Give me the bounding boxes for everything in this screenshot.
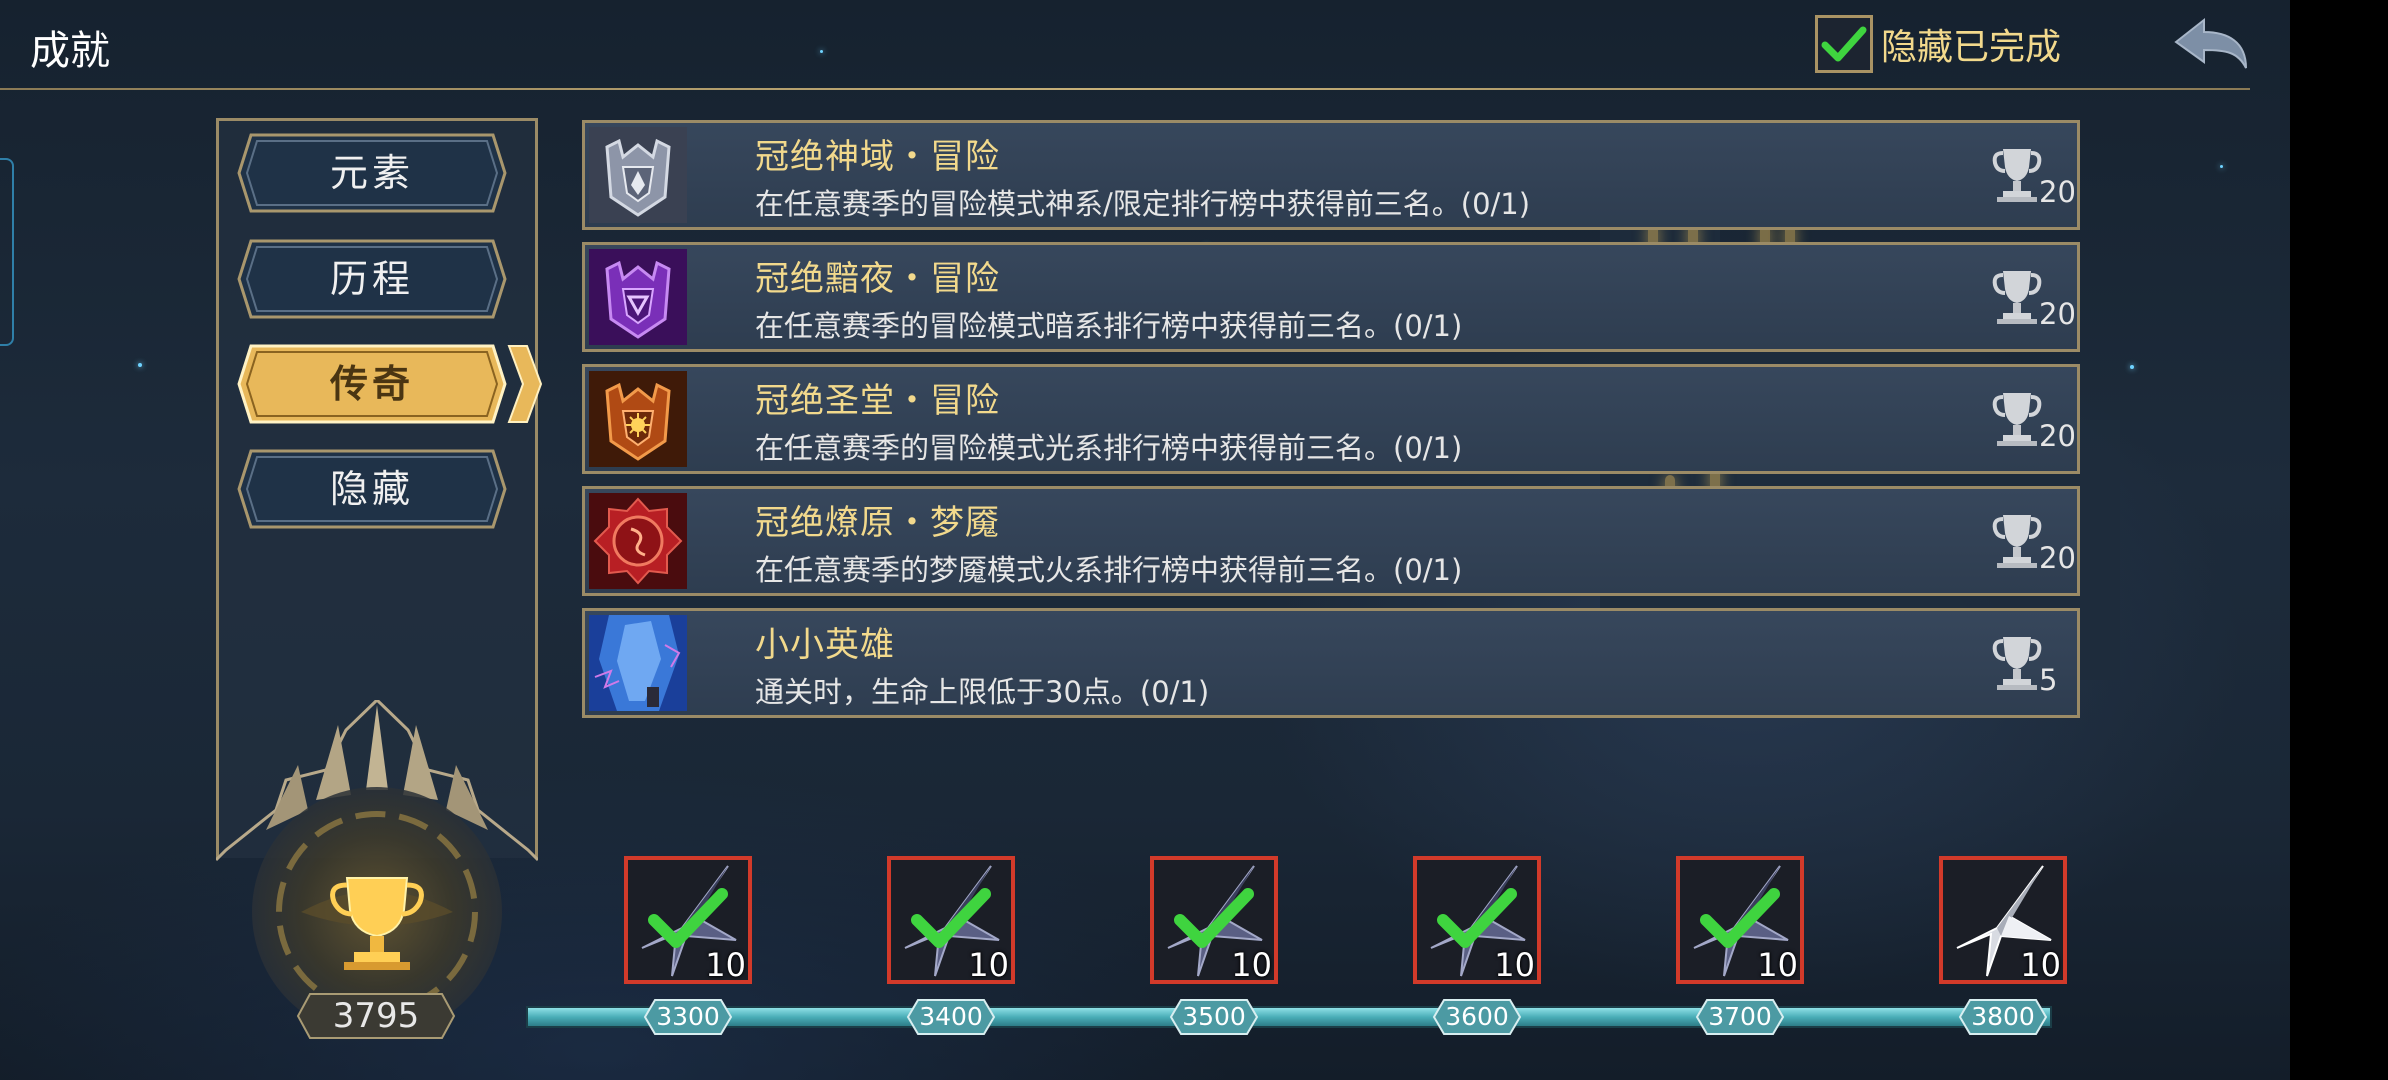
trophy-icon <box>1992 271 2042 324</box>
milestone-value: 3300 <box>656 1002 720 1031</box>
hide-completed-label: 隐藏已完成 <box>1881 27 2062 68</box>
milestone-value: 3700 <box>1708 1002 1772 1031</box>
milestone-marker: 3600 <box>1432 998 1522 1036</box>
total-score-badge: 3795 <box>296 992 456 1040</box>
screen-edge-bar <box>2290 0 2388 1080</box>
background-star <box>2220 165 2223 168</box>
tab-label: 元素 <box>329 151 414 195</box>
header-divider <box>0 88 2250 90</box>
tab-label: 历程 <box>329 257 414 301</box>
achievement-points: 20 <box>2039 419 2076 453</box>
trophy-icon <box>1992 637 2042 690</box>
hide-completed-checkbox[interactable] <box>1815 15 1873 73</box>
achievement-title: 小小英雄 <box>755 625 895 665</box>
top-bar: 成就 隐藏已完成 <box>0 0 2290 90</box>
achievement-row[interactable]: 冠绝圣堂・冒险 在任意赛季的冒险模式光系排行榜中获得前三名。(0/1) 20 <box>582 364 2080 474</box>
reward-quantity: 10 <box>968 946 1009 984</box>
achievement-title: 冠绝神域・冒险 <box>755 137 1000 177</box>
left-edge-panel <box>0 158 14 346</box>
achievement-row[interactable]: 冠绝燎原・梦魇 在任意赛季的梦魇模式火系排行榜中获得前三名。(0/1) 20 <box>582 486 2080 596</box>
achievement-points: 20 <box>2039 175 2076 209</box>
claimed-checkmark-icon <box>911 888 991 948</box>
milestone-reward[interactable]: 10 <box>887 856 1015 984</box>
achievement-points: 20 <box>2039 541 2076 575</box>
milestone-reward[interactable]: 10 <box>1413 856 1541 984</box>
achievement-title: 冠绝圣堂・冒险 <box>755 381 1000 421</box>
reward-quantity: 10 <box>1494 946 1535 984</box>
total-achievement-score: 3795 <box>332 996 420 1036</box>
achievement-points: 5 <box>2039 663 2058 697</box>
achievement-row[interactable]: 小小英雄 通关时，生命上限低于30点。(0/1) 5 <box>582 608 2080 718</box>
claimed-checkmark-icon <box>648 888 728 948</box>
claimed-checkmark-icon <box>1174 888 1254 948</box>
milestone-marker: 3500 <box>1169 998 1259 1036</box>
milestone-marker: 3300 <box>643 998 733 1036</box>
achievement-title: 冠绝黯夜・冒险 <box>755 259 1000 299</box>
achievement-title: 冠绝燎原・梦魇 <box>755 503 1000 543</box>
purple-crest-icon <box>589 249 687 345</box>
achievement-row[interactable]: 冠绝神域・冒险 在任意赛季的冒险模式神系/限定排行榜中获得前三名。(0/1) 2… <box>582 120 2080 230</box>
claimed-checkmark-icon <box>1437 888 1517 948</box>
milestone-marker: 3800 <box>1958 998 2048 1036</box>
tab-legend[interactable]: 传奇 <box>237 344 543 424</box>
blue-crystal-hero-icon <box>589 615 687 711</box>
achievement-description: 在任意赛季的梦魇模式火系排行榜中获得前三名。(0/1) <box>755 553 1463 587</box>
trophy-icon <box>1992 515 2042 568</box>
milestone-value: 3600 <box>1445 1002 1509 1031</box>
milestone-value: 3400 <box>919 1002 983 1031</box>
milestone-reward[interactable]: 10 <box>1939 856 2067 984</box>
orange-crest-icon <box>589 371 687 467</box>
reward-quantity: 10 <box>705 946 746 984</box>
achievement-description: 在任意赛季的冒险模式神系/限定排行榜中获得前三名。(0/1) <box>755 187 1531 221</box>
back-button[interactable] <box>2170 14 2250 74</box>
hide-completed-toggle[interactable]: 隐藏已完成 <box>1815 14 2061 74</box>
achievement-points: 20 <box>2039 297 2076 331</box>
reward-quantity: 10 <box>1757 946 1798 984</box>
claimed-checkmark-icon <box>1700 888 1780 948</box>
tab-label: 传奇 <box>329 362 414 406</box>
milestone-reward[interactable]: 10 <box>1676 856 1804 984</box>
reward-quantity: 10 <box>1231 946 1272 984</box>
red-seal-icon <box>589 493 687 589</box>
achievement-row[interactable]: 冠绝黯夜・冒险 在任意赛季的冒险模式暗系排行榜中获得前三名。(0/1) 20 <box>582 242 2080 352</box>
achievement-description: 在任意赛季的冒险模式光系排行榜中获得前三名。(0/1) <box>755 431 1463 465</box>
silver-crest-icon <box>589 127 687 223</box>
trophy-icon <box>1992 393 2042 446</box>
milestone-reward[interactable]: 10 <box>624 856 752 984</box>
milestone-reward[interactable]: 10 <box>1150 856 1278 984</box>
milestone-value: 3800 <box>1971 1002 2035 1031</box>
milestone-marker: 3700 <box>1695 998 1785 1036</box>
milestone-value: 3500 <box>1182 1002 1246 1031</box>
checkmark-icon <box>1821 26 1867 62</box>
tab-hidden[interactable]: 隐藏 <box>237 449 507 529</box>
background-star <box>138 363 142 367</box>
trophy-icon <box>1992 149 2042 202</box>
tab-journey[interactable]: 历程 <box>237 239 507 319</box>
score-progress-bar <box>526 1006 2052 1028</box>
background-star <box>2130 365 2134 369</box>
milestone-marker: 3400 <box>906 998 996 1036</box>
tab-elements[interactable]: 元素 <box>237 133 507 213</box>
game-background: 成就 隐藏已完成 元素 历程 传奇 隐藏 3795 冠绝神域・冒险 在任意赛季的… <box>0 0 2290 1080</box>
achievement-description: 通关时，生命上限低于30点。(0/1) <box>755 675 1210 709</box>
tab-label: 隐藏 <box>329 467 414 511</box>
back-arrow-icon <box>2174 17 2247 69</box>
achievement-description: 在任意赛季的冒险模式暗系排行榜中获得前三名。(0/1) <box>755 309 1463 343</box>
page-title: 成就 <box>30 28 110 74</box>
reward-quantity: 10 <box>2020 946 2061 984</box>
